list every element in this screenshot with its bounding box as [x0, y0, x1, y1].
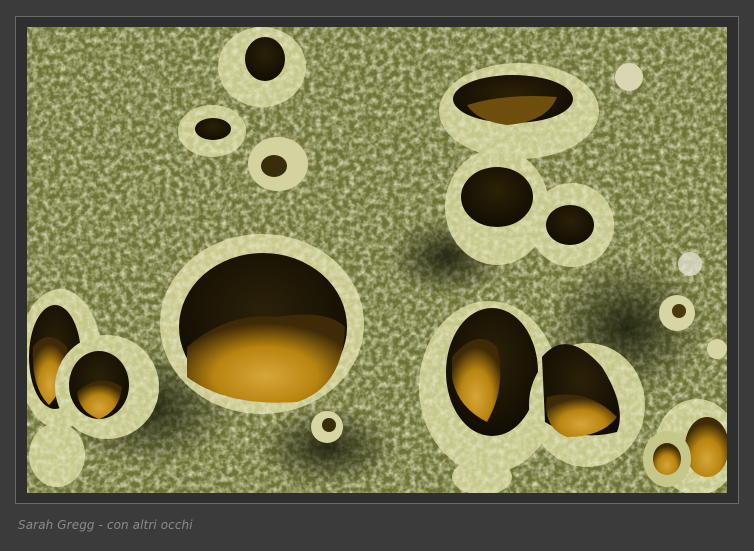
large-cup — [160, 234, 364, 414]
lichen-photo — [27, 27, 727, 493]
gallery-frame: Sarah Gregg - con altri occhi — [0, 0, 754, 551]
photo-credit-caption: Sarah Gregg - con altri occhi — [18, 518, 193, 532]
